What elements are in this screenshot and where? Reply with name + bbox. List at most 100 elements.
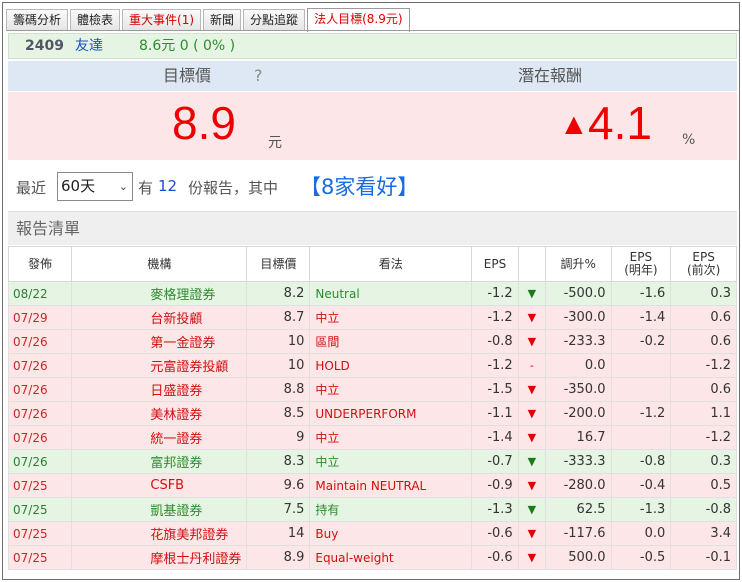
col-date[interactable]: 發佈 — [7, 246, 73, 282]
table-row: 07/26 美林證券 8.5 UNDERPERFORM -1.1 ▼ -200.0 -1.2 1… — [7, 401, 737, 426]
row-eps-prev: 0.6 — [670, 329, 737, 354]
tab-news[interactable]: 新聞 — [203, 9, 242, 31]
row-date: 07/26 — [7, 449, 73, 474]
bullish-summary: 【8家看好】 — [300, 175, 419, 199]
row-firm-link[interactable]: 麥格理證券 — [71, 281, 248, 306]
table-row: 07/25 CSFB 9.6 Maintain NEUTRAL -0.9 ▼ -280.0-… — [7, 473, 737, 498]
row-change-pct: -117.6 — [544, 521, 612, 546]
row-direction-icon: - — [517, 353, 546, 378]
row-change-pct: 16.7 — [544, 425, 612, 450]
row-eps: -0.9 — [471, 473, 519, 498]
target-price-value: 8.9 — [172, 97, 236, 149]
window-frame: 籌碼分析 體檢表 重大事件(1) 新聞 分點追蹤 法人目標(8.9元) 2409… — [2, 2, 740, 580]
row-direction-icon: ▼ — [517, 377, 546, 402]
table-row: 07/25 凱基證券 7.5 持有 -1.3 ▼ 62.5 -1.3 -0.8 — [7, 497, 737, 522]
row-view: HOLD — [309, 353, 473, 378]
row-view: UNDERPERFORM — [309, 401, 473, 426]
row-target-price: 7.5 — [246, 497, 311, 522]
filter-row: 最近 60天 ⌄ 有 12 份報告，其中 【8家看好】 — [8, 166, 737, 206]
stock-bar: 2409 友達 8.6元 0 ( 0% ) — [8, 33, 737, 59]
tab-chip-analysis[interactable]: 籌碼分析 — [6, 9, 69, 31]
col-eps-prev[interactable]: EPS (前次) — [670, 246, 737, 282]
row-direction-icon: ▼ — [517, 521, 546, 546]
tab-health-check[interactable]: 體檢表 — [70, 9, 121, 31]
row-firm-link[interactable]: 台新投顧 — [71, 305, 248, 330]
row-eps: -1.3 — [471, 497, 519, 522]
row-eps: -0.8 — [471, 329, 519, 354]
row-date: 07/25 — [7, 473, 73, 498]
row-eps: -1.2 — [471, 281, 519, 306]
period-select[interactable]: 60天 ⌄ — [57, 172, 133, 201]
col-eps[interactable]: EPS — [471, 246, 519, 282]
row-direction-icon: ▼ — [517, 425, 546, 450]
row-direction-icon: ▼ — [517, 329, 546, 354]
row-firm-link[interactable]: 富邦證券 — [71, 449, 248, 474]
col-direction — [517, 246, 546, 282]
row-eps: -1.5 — [471, 377, 519, 402]
row-date: 07/26 — [7, 425, 73, 450]
row-eps-prev: 0.6 — [670, 377, 737, 402]
row-firm-link[interactable]: 日盛證券 — [71, 377, 248, 402]
tab-divider — [6, 30, 739, 31]
row-change-pct: -280.0 — [544, 473, 612, 498]
row-firm-link[interactable]: 統一證券 — [71, 425, 248, 450]
row-firm-link[interactable]: 美林證券 — [71, 401, 248, 426]
table-row: 07/25 花旗美邦證券 14 Buy -0.6 ▼ -117.6 0.0 3.4 — [7, 521, 737, 546]
tab-institutional-target[interactable]: 法人目標(8.9元) — [307, 8, 410, 32]
row-direction-icon: ▼ — [517, 473, 546, 498]
row-view: 中立 — [309, 449, 473, 474]
table-row: 07/26 元富證券投顧 10 HOLD -1.2-0.0 -1.2 — [7, 353, 737, 378]
row-target-price: 8.8 — [246, 377, 311, 402]
row-firm-link[interactable]: CSFB — [71, 473, 248, 498]
row-change-pct: 62.5 — [544, 497, 612, 522]
col-view[interactable]: 看法 — [309, 246, 473, 282]
stock-name-link[interactable]: 友達 — [75, 34, 103, 58]
table-row: 07/25 摩根士丹利證券 8.9 Equal-weight -0.6 ▼ 500.0 -0.… — [7, 545, 737, 570]
report-list-title: 報告清單 — [8, 211, 737, 245]
col-target[interactable]: 目標價 — [246, 246, 311, 282]
row-change-pct: -333.3 — [544, 449, 612, 474]
upside-value: 4.1 — [588, 97, 652, 149]
row-direction-icon: ▼ — [517, 497, 546, 522]
row-firm-link[interactable]: 摩根士丹利證券 — [71, 545, 248, 570]
row-eps: -0.6 — [471, 521, 519, 546]
filter-prefix: 最近 — [16, 179, 47, 197]
row-eps-prev: 1.1 — [670, 401, 737, 426]
tab-major-events[interactable]: 重大事件(1) — [122, 9, 202, 31]
row-target-price: 10 — [246, 353, 311, 378]
row-date: 08/22 — [7, 281, 73, 306]
row-direction-icon: ▼ — [517, 545, 546, 570]
row-eps: -0.6 — [471, 545, 519, 570]
col-eps-next[interactable]: EPS (明年) — [610, 246, 672, 282]
row-direction-icon: ▼ — [517, 281, 546, 306]
row-view: 中立 — [309, 377, 473, 402]
target-price-unit: 元 — [268, 135, 282, 151]
col-change[interactable]: 調升% — [544, 246, 612, 282]
row-eps-next: -0.2 — [610, 329, 672, 354]
row-view: Maintain NEUTRAL — [309, 473, 473, 498]
row-eps-next: -1.4 — [610, 305, 672, 330]
help-icon[interactable]: ? — [254, 61, 263, 91]
row-eps-next: -0.4 — [610, 473, 672, 498]
row-eps: -1.2 — [471, 305, 519, 330]
col-eps-prev-label: EPS (前次) — [686, 250, 721, 277]
col-firm[interactable]: 機構 — [71, 246, 248, 282]
target-values: 8.9 元 ▲ 4.1 % — [8, 92, 737, 160]
row-firm-link[interactable]: 第一金證券 — [71, 329, 248, 354]
row-change-pct: 0.0 — [544, 353, 612, 378]
tab-branch-tracking[interactable]: 分點追蹤 — [243, 9, 306, 31]
row-eps-prev: 0.3 — [670, 449, 737, 474]
row-view: Buy — [309, 521, 473, 546]
table-row: 07/26 第一金證券 10 區間 -0.8 ▼ -233.3 -0.2 0.6 — [7, 329, 737, 354]
row-firm-link[interactable]: 元富證券投顧 — [71, 353, 248, 378]
row-firm-link[interactable]: 凱基證券 — [71, 497, 248, 522]
row-view: 區間 — [309, 329, 473, 354]
col-eps-next-label: EPS (明年) — [624, 250, 658, 277]
stock-code: 2409 — [25, 38, 64, 54]
row-firm-link[interactable]: 花旗美邦證券 — [71, 521, 248, 546]
table-row: 07/26 日盛證券 8.8 中立 -1.5 ▼ -350.0 0.6 — [7, 377, 737, 402]
target-header: 目標價 ? 潛在報酬 — [8, 61, 737, 91]
row-eps-prev: 0.5 — [670, 473, 737, 498]
row-eps-prev: -0.1 — [670, 545, 737, 570]
row-eps-next: -0.8 — [610, 449, 672, 474]
